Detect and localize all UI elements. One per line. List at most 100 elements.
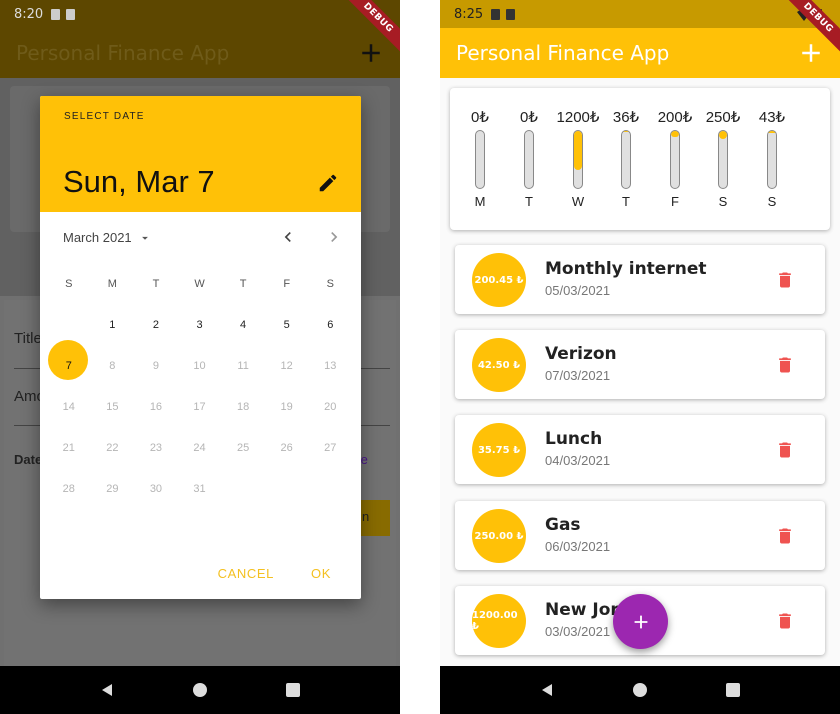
transaction-date: 05/03/2021 xyxy=(545,283,611,298)
month-year-selector[interactable]: March 2021 xyxy=(63,230,152,245)
weekday-header: S xyxy=(326,277,334,290)
status-time: 8:25 xyxy=(454,6,484,22)
transaction-title: Monthly internet xyxy=(545,259,707,279)
calendar-day[interactable]: 1 xyxy=(91,319,135,331)
date-picker-header: SELECT DATE Sun, Mar 7 xyxy=(40,96,361,212)
calendar-day-disabled: 12 xyxy=(280,359,293,372)
chart-bar-track xyxy=(475,130,485,189)
chevron-right-icon[interactable] xyxy=(324,227,344,247)
calendar-day-disabled: 21 xyxy=(62,441,75,454)
calendar-day[interactable]: 5 xyxy=(265,319,309,331)
main-content: 0₺ M 0₺ T 1200₺ W 36₺ T 200₺ F 250₺ S 43₺ S 200.45 ₺ M… xyxy=(440,78,840,666)
chart-bar-amount: 0₺ xyxy=(471,109,489,126)
calendar-day-disabled: 27 xyxy=(324,441,337,454)
transaction-card: 200.45 ₺ Monthly internet 05/03/2021 xyxy=(455,245,825,314)
notification-a-icon xyxy=(51,8,61,20)
back-nav-icon[interactable] xyxy=(539,682,555,698)
home-nav-icon[interactable] xyxy=(192,682,208,698)
delete-icon[interactable] xyxy=(775,439,795,461)
calendar-day-selected[interactable]: 7 xyxy=(47,339,91,380)
calendar-day-disabled: 9 xyxy=(152,359,159,372)
add-icon[interactable] xyxy=(356,38,386,68)
chart-bar-amount: 43₺ xyxy=(758,109,786,126)
calendar-day-disabled: 16 xyxy=(149,400,163,413)
calendar-day-disabled: 24 xyxy=(193,441,206,454)
calendar-day[interactable]: 3 xyxy=(178,319,222,331)
weekday-header: S xyxy=(65,277,73,290)
calendar-week-row: 21 22 23 24 25 26 27 xyxy=(47,427,352,468)
dropdown-arrow-icon xyxy=(141,236,148,240)
app-bar: Personal Finance App xyxy=(0,28,400,78)
delete-icon[interactable] xyxy=(775,269,795,291)
dialog-actions: CANCEL OK xyxy=(218,566,331,581)
chart-bar-fill xyxy=(768,131,776,133)
add-icon xyxy=(634,615,647,628)
calendar-day-disabled: 17 xyxy=(193,400,206,413)
calendar-day-disabled: 13 xyxy=(324,359,337,372)
calendar-week-row: 123456 xyxy=(47,304,352,345)
chart-bar-day-label: T xyxy=(525,194,533,209)
transaction-card: 250.00 ₺ Gas 06/03/2021 xyxy=(455,501,825,570)
transaction-date: 03/03/2021 xyxy=(545,624,611,639)
calendar-day-disabled: 18 xyxy=(236,400,250,413)
calendar-day-disabled: 10 xyxy=(193,359,206,372)
weekday-header: F xyxy=(283,277,291,290)
calendar-day-disabled: 29 xyxy=(106,482,119,495)
selected-date-text: Sun, Mar 7 xyxy=(63,164,215,199)
transaction-title: New Jor xyxy=(545,600,619,620)
chart-bar-track xyxy=(670,130,680,189)
cancel-button[interactable]: CANCEL xyxy=(218,566,274,581)
calendar-day[interactable]: 6 xyxy=(308,319,352,331)
delete-icon[interactable] xyxy=(775,354,795,376)
month-year-label: March 2021 xyxy=(63,230,132,245)
phone-screen-date-picker: 8:20 Personal Finance App DEBUG Title Am… xyxy=(0,0,400,714)
chart-bar-day-label: S xyxy=(767,194,777,209)
chart-bar-track xyxy=(718,130,728,189)
chart-bar-day-label: F xyxy=(671,194,679,209)
status-bar: 8:25 xyxy=(440,0,840,28)
transaction-title: Verizon xyxy=(545,344,617,364)
status-bar: 8:20 xyxy=(0,0,400,28)
add-transaction-fab[interactable] xyxy=(613,594,668,649)
calendar-day-disabled: 31 xyxy=(193,482,206,495)
transaction-title: Lunch xyxy=(545,429,603,449)
app-title: Personal Finance App xyxy=(456,41,670,65)
calendar-day[interactable]: 2 xyxy=(134,319,178,331)
add-icon[interactable] xyxy=(796,38,826,68)
chart-bar-day-label: W xyxy=(571,194,585,209)
calendar-day[interactable]: 4 xyxy=(221,319,265,331)
delete-icon[interactable] xyxy=(775,610,795,632)
delete-icon[interactable] xyxy=(775,525,795,547)
chart-bar-fill xyxy=(671,131,679,138)
date-label: Date xyxy=(14,452,43,467)
app-bar: Personal Finance App xyxy=(440,28,840,78)
calendar-day-disabled: 11 xyxy=(237,359,249,372)
recents-nav-icon[interactable] xyxy=(725,682,741,698)
chart-bar-track xyxy=(524,130,534,189)
transaction-amount-badge: 42.50 ₺ xyxy=(472,338,526,392)
system-nav-bar xyxy=(440,666,840,714)
calendar-day-disabled: 26 xyxy=(280,441,293,454)
back-nav-icon[interactable] xyxy=(99,682,115,698)
date-picker-help-text: SELECT DATE xyxy=(64,111,145,122)
calendar-day-disabled: 22 xyxy=(106,441,119,454)
transaction-date: 04/03/2021 xyxy=(545,453,611,468)
chart-bar-amount: 250₺ xyxy=(705,109,741,126)
ok-button[interactable]: OK xyxy=(311,566,331,581)
weekday-header: M xyxy=(107,277,117,290)
chart-bar-track xyxy=(767,130,777,189)
chart-bar-amount: 0₺ xyxy=(520,109,538,126)
chart-bar-fill xyxy=(574,131,582,170)
calendar-day-disabled: 19 xyxy=(280,400,293,413)
weekday-header: W xyxy=(194,277,205,290)
recents-nav-icon[interactable] xyxy=(285,682,301,698)
phone-screen-transactions: 8:25 Personal Finance App DEBUG 0₺ M 0₺ T 12… xyxy=(440,0,840,714)
home-nav-icon[interactable] xyxy=(632,682,648,698)
calendar-day-label: 7 xyxy=(65,359,72,372)
calendar-day-disabled: 28 xyxy=(62,482,75,495)
edit-pencil-icon[interactable] xyxy=(317,172,339,194)
chart-bar-track xyxy=(573,130,583,189)
calendar-day-disabled: 30 xyxy=(149,482,163,495)
calendar-day-disabled: 8 xyxy=(109,359,116,372)
chevron-left-icon[interactable] xyxy=(278,227,298,247)
